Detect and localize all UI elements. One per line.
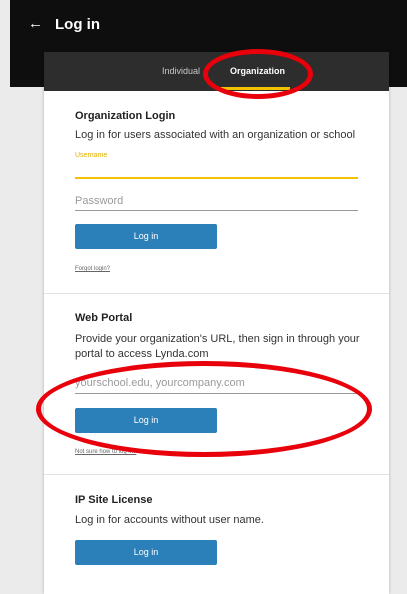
ip-login-button[interactable]: Log in: [75, 540, 217, 565]
ip-license-heading: IP Site License: [75, 494, 153, 506]
section-divider: [44, 474, 389, 475]
web-portal-description: Provide your organization's URL, then si…: [75, 333, 360, 360]
back-arrow-icon[interactable]: ←: [28, 16, 43, 31]
org-login-button[interactable]: Log in: [75, 224, 217, 249]
password-input[interactable]: [75, 192, 358, 210]
web-portal-heading: Web Portal: [75, 312, 133, 324]
ip-license-description: Log in for accounts without user name.: [75, 514, 264, 526]
username-underline: [75, 177, 358, 179]
page-title: Log in: [55, 16, 100, 33]
org-login-description: Log in for users associated with an orga…: [75, 129, 356, 141]
username-input[interactable]: [75, 160, 358, 178]
username-label: Username: [75, 152, 108, 159]
annotation-ellipse-organization: [203, 49, 313, 99]
login-panel: Individual Organization Organization Log…: [44, 52, 389, 594]
tab-individual[interactable]: Individual: [162, 66, 200, 76]
org-login-heading: Organization Login: [75, 110, 176, 122]
section-divider: [44, 293, 389, 294]
annotation-ellipse-portal-login: [36, 361, 372, 457]
forgot-login-link[interactable]: Forgot login?: [75, 266, 110, 272]
password-underline: [75, 210, 358, 211]
